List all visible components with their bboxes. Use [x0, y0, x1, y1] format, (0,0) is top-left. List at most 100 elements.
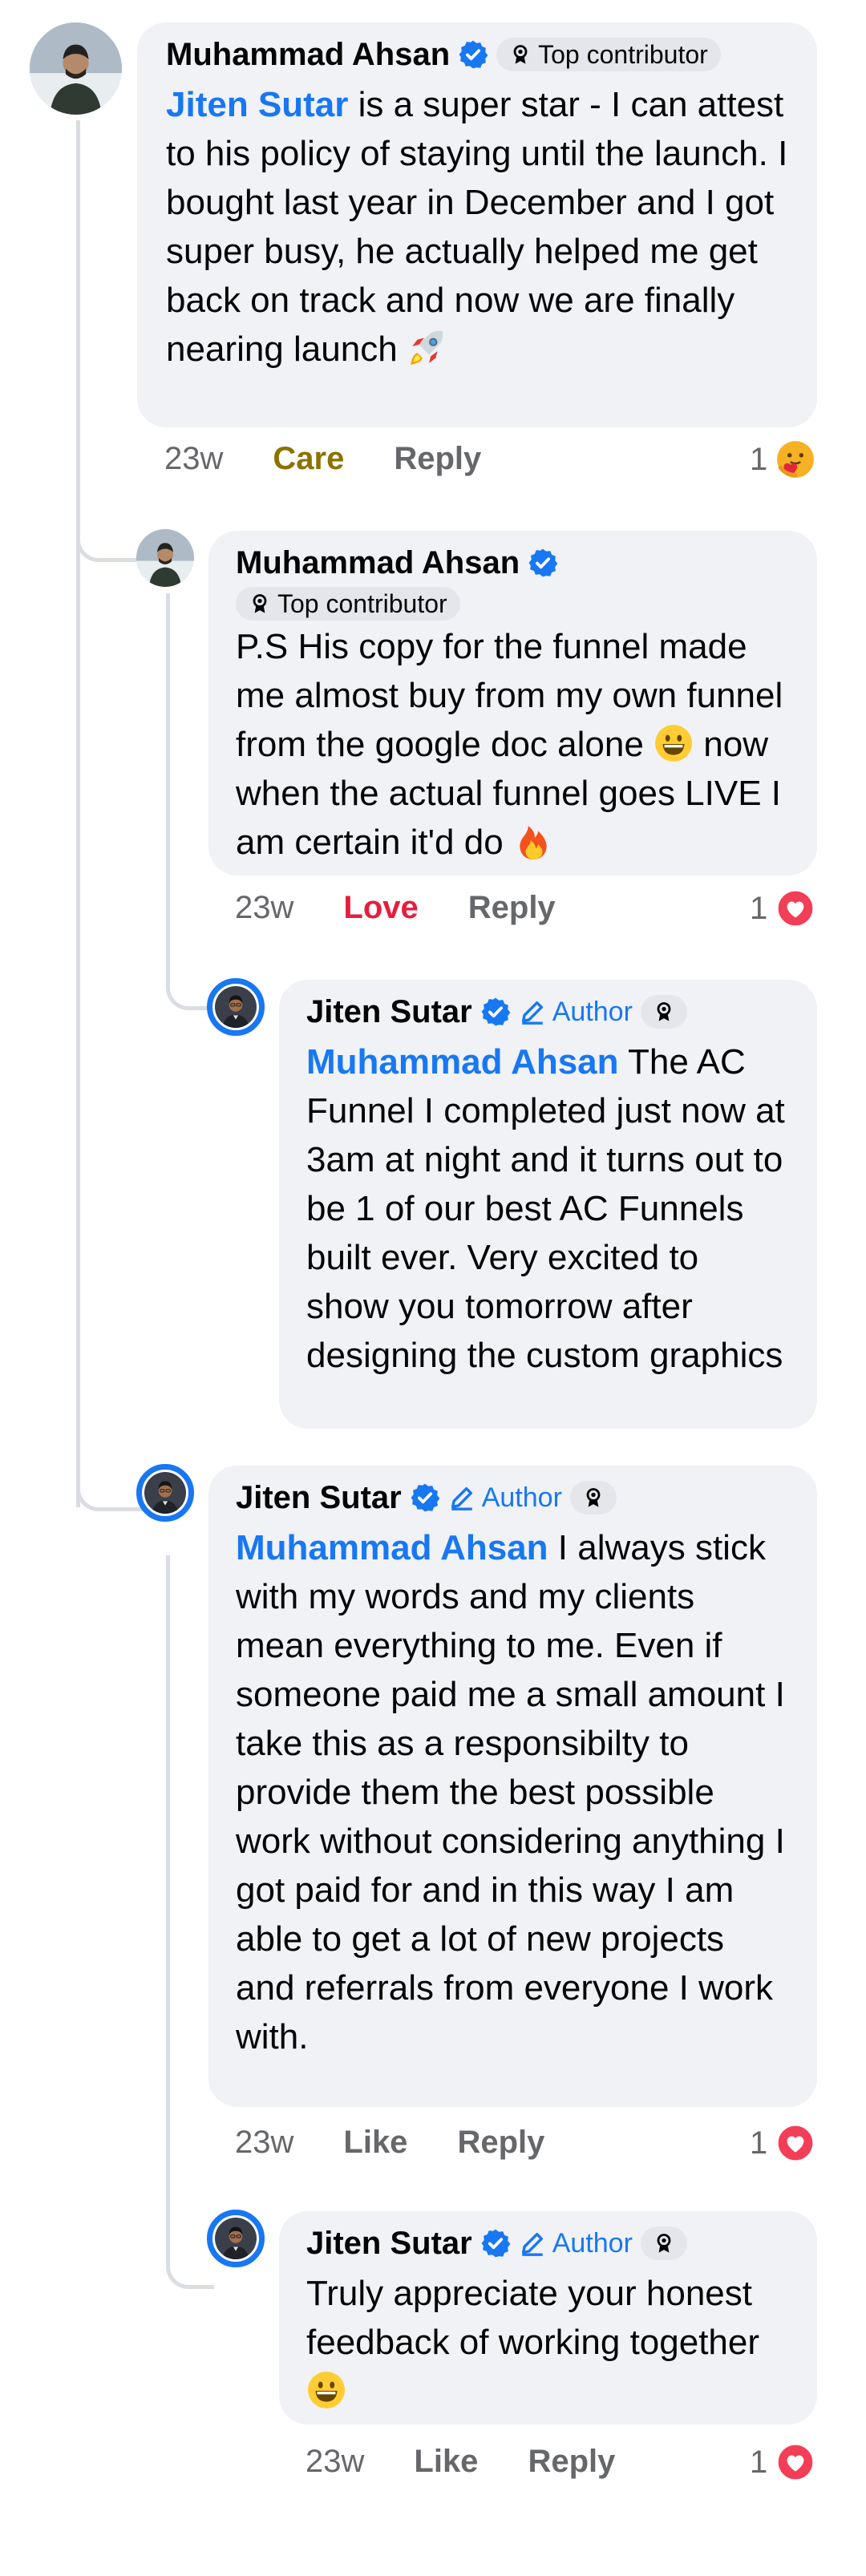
reply-button[interactable]: Reply — [394, 441, 481, 477]
author-name[interactable]: Jiten Sutar — [306, 2222, 472, 2264]
comment-bubble: Jiten Sutar Author Truly appreciate your… — [279, 2211, 817, 2424]
comment-header: Muhammad Ahsan — [236, 542, 788, 584]
reaction-count-number: 1 — [750, 2125, 768, 2161]
author-name[interactable]: Jiten Sutar — [306, 991, 472, 1033]
like-button[interactable]: Like — [414, 2444, 478, 2480]
reaction-count-number: 1 — [750, 441, 768, 477]
reply-button[interactable]: Reply — [468, 890, 556, 926]
verified-icon — [528, 548, 558, 578]
comment-time[interactable]: 23w — [306, 2444, 364, 2480]
thread-line-nested-2 — [166, 1555, 170, 2261]
mention-link[interactable]: Muhammad Ahsan — [236, 1528, 548, 1567]
thread-line-main — [76, 120, 80, 1507]
author-label: Author — [481, 1482, 562, 1513]
pencil-icon — [519, 2230, 546, 2257]
verified-icon — [480, 2228, 511, 2259]
comment-bubble: Jiten Sutar Author Muhammad Ahsan I alwa… — [208, 1466, 817, 2107]
medal-badge[interactable] — [640, 2226, 687, 2260]
avatar-jiten-sutar[interactable] — [207, 978, 265, 1036]
comment-text: Truly appreciate your honest feedback of… — [306, 2269, 790, 2416]
avatar-image — [144, 1472, 186, 1514]
medal-icon — [249, 592, 271, 615]
reply-button[interactable]: Reply — [457, 2125, 544, 2161]
comment-actions: 23w Like Reply — [306, 2444, 615, 2480]
verified-icon — [480, 997, 511, 1027]
comment-body: I always stick with my words and my clie… — [236, 1528, 785, 2056]
comment-header: Muhammad Ahsan Top contributor — [166, 34, 788, 75]
reaction-count-number: 1 — [750, 890, 768, 926]
reply-button[interactable]: Reply — [528, 2444, 615, 2480]
love-icon — [775, 888, 815, 928]
care-reaction-button[interactable]: Care — [273, 441, 344, 477]
comment-text: P.S His copy for the funnel made me almo… — [236, 622, 788, 867]
author-badge: Author — [519, 2228, 633, 2259]
comment-text: Muhammad Ahsan I always stick with my wo… — [236, 1523, 788, 2061]
author-label: Author — [552, 2227, 633, 2259]
love-icon — [775, 2442, 815, 2482]
love-reaction-button[interactable]: Love — [343, 890, 418, 926]
pencil-icon — [519, 998, 546, 1025]
comment-body: Truly appreciate your honest feedback of… — [306, 2274, 760, 2362]
grinning-emoji — [306, 2370, 346, 2410]
comment-text: Jiten Sutar is a super star - I can atte… — [166, 80, 788, 374]
care-icon — [775, 439, 815, 479]
reaction-count[interactable]: 1 — [750, 2442, 815, 2482]
thread-connector-reply-1 — [76, 521, 144, 562]
fire-emoji — [513, 821, 553, 861]
mention-link[interactable]: Jiten Sutar — [166, 85, 348, 124]
thread-connector-reply-2 — [76, 1467, 144, 1511]
verified-icon — [410, 1482, 440, 1513]
author-name[interactable]: Muhammad Ahsan — [236, 542, 520, 584]
avatar-muhammad-ahsan[interactable] — [30, 22, 122, 115]
comment-bubble: Muhammad Ahsan Top contributor Jiten Sut… — [137, 22, 817, 427]
medal-icon — [653, 1001, 675, 1023]
avatar-image — [215, 2218, 257, 2259]
author-name[interactable]: Jiten Sutar — [236, 1477, 402, 1519]
comment-header: Jiten Sutar Author — [306, 991, 790, 1033]
pencil-icon — [448, 1484, 475, 1511]
comment-time[interactable]: 23w — [235, 2125, 293, 2161]
author-label: Author — [552, 996, 633, 1027]
reaction-count[interactable]: 1 — [750, 2123, 815, 2163]
author-badge: Author — [448, 1482, 562, 1514]
badge-label: Top contributor — [277, 588, 447, 618]
verified-icon — [458, 39, 488, 70]
comment-actions: 23w Like Reply — [235, 2125, 544, 2161]
author-badge: Author — [519, 997, 633, 1028]
top-contributor-badge[interactable]: Top contributor — [496, 38, 721, 71]
grinning-emoji — [654, 723, 694, 763]
avatar-muhammad-ahsan[interactable] — [136, 529, 194, 587]
mention-link[interactable]: Muhammad Ahsan — [306, 1042, 619, 1082]
love-icon — [775, 2123, 815, 2163]
comment-time[interactable]: 23w — [235, 890, 293, 926]
rocket-emoji — [407, 328, 447, 368]
avatar-jiten-sutar[interactable] — [207, 2210, 265, 2267]
reaction-count-number: 1 — [750, 2444, 768, 2480]
comment-text: Muhammad Ahsan The AC Funnel I completed… — [306, 1037, 790, 1380]
comment-body: The AC Funnel I completed just now at 3a… — [306, 1042, 785, 1375]
top-contributor-badge[interactable]: Top contributor — [236, 587, 460, 621]
avatar-image — [30, 22, 122, 115]
reaction-count[interactable]: 1 — [750, 439, 815, 479]
comment-bubble: Jiten Sutar Author Muhammad Ahsan The AC… — [279, 980, 817, 1429]
badge-label: Top contributor — [538, 39, 708, 69]
medal-badge[interactable] — [569, 1481, 617, 1514]
comment-header: Jiten Sutar Author — [236, 1477, 788, 1519]
comment-actions: 23w Love Reply — [235, 890, 556, 926]
medal-badge[interactable] — [640, 995, 687, 1029]
avatar-image — [215, 986, 257, 1028]
comment-actions: 23w Care Reply — [164, 441, 481, 477]
thread-line-nested-1 — [166, 593, 170, 982]
comment-body: is a super star - I can attest to his po… — [166, 85, 788, 369]
author-name[interactable]: Muhammad Ahsan — [166, 34, 450, 75]
reaction-count[interactable]: 1 — [750, 888, 815, 928]
medal-icon — [653, 2232, 675, 2255]
comment-bubble: Muhammad Ahsan Top contributor P.S His c… — [208, 531, 817, 876]
avatar-jiten-sutar[interactable] — [136, 1464, 194, 1522]
thread-connector-nested-2 — [166, 2245, 214, 2289]
avatar-image — [136, 529, 194, 587]
comment-time[interactable]: 23w — [164, 441, 223, 477]
medal-icon — [509, 43, 532, 66]
like-button[interactable]: Like — [343, 2125, 407, 2161]
medal-icon — [582, 1486, 605, 1509]
